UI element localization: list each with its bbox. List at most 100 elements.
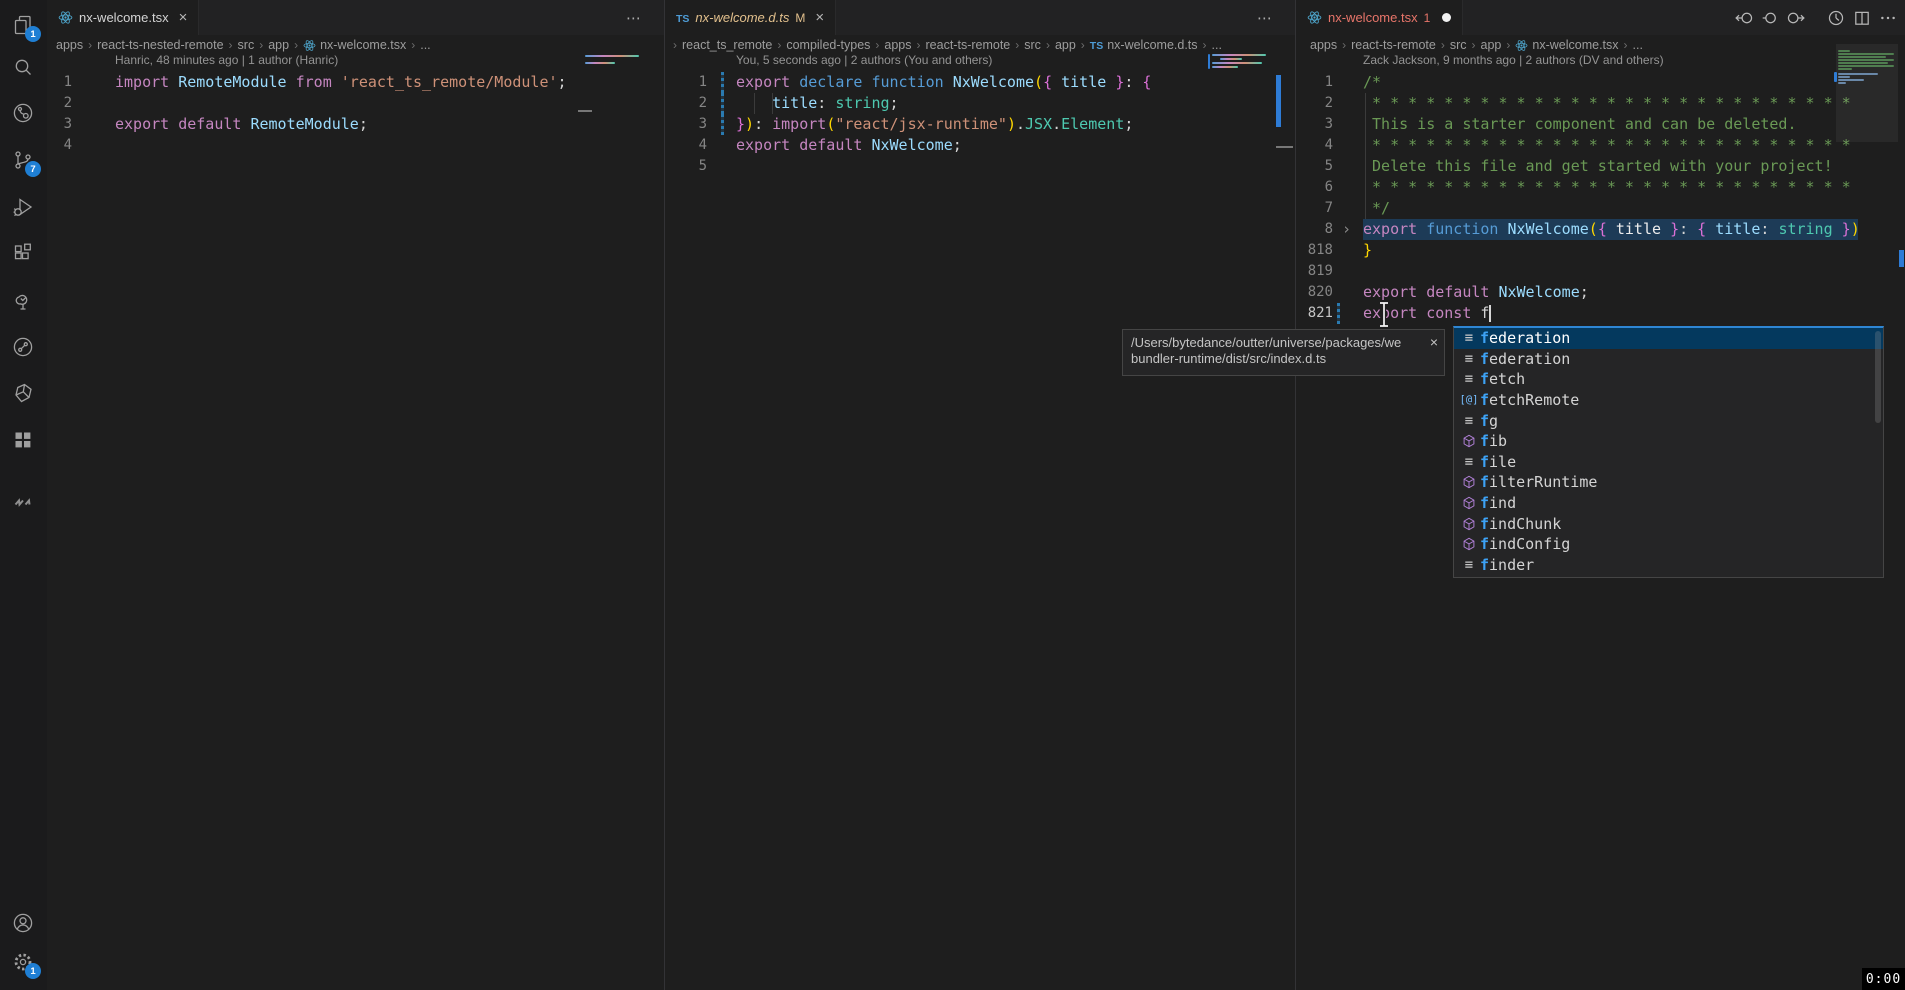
grid-icon[interactable] (11, 428, 35, 452)
suggest-item-fib[interactable]: fib (1454, 431, 1883, 452)
code-line[interactable]: 3export default RemoteModule; (47, 114, 664, 135)
code-line[interactable]: 819 (1296, 261, 1905, 282)
breadcrumb-item[interactable]: ... (1633, 38, 1643, 52)
code-line[interactable]: 8›export function NxWelcome({ title }: {… (1296, 219, 1905, 240)
tab-bar: TSnx-welcome.d.tsM× ⋯ (665, 0, 1295, 35)
more-actions-icon[interactable] (1879, 9, 1897, 27)
breadcrumb-item[interactable]: apps (1310, 38, 1337, 52)
code-line[interactable]: 818} (1296, 240, 1905, 261)
more-actions-icon[interactable]: ⋯ (626, 9, 642, 27)
close-icon[interactable]: × (1430, 334, 1438, 350)
fold-chevron-icon[interactable]: › (1342, 219, 1351, 240)
breadcrumb-item[interactable]: src (1024, 38, 1041, 52)
code-text: import RemoteModule from 'react_ts_remot… (115, 72, 567, 93)
prev-change-icon[interactable] (1735, 9, 1753, 27)
breadcrumb-item[interactable]: compiled-types (786, 38, 870, 52)
account-icon[interactable] (11, 911, 35, 935)
text-suggestion-icon: ≡ (1458, 454, 1480, 470)
suggest-item-find[interactable]: find (1454, 493, 1883, 514)
code-line[interactable]: 4export default NxWelcome; (665, 135, 1295, 156)
breadcrumb-item[interactable]: nx-welcome.tsx (1515, 38, 1618, 52)
breadcrumb-item[interactable]: src (238, 38, 255, 52)
split-editor-icon[interactable] (1853, 9, 1871, 27)
code-line[interactable]: 3}): import("react/jsx-runtime").JSX.Ele… (665, 114, 1295, 135)
import-path-line1: /Users/bytedance/outter/universe/package… (1131, 335, 1426, 350)
code-line[interactable]: 6 * * * * * * * * * * * * * * * * * * * … (1296, 177, 1905, 198)
breadcrumb-item[interactable]: app (268, 38, 289, 52)
explorer-icon[interactable]: 1 (11, 13, 35, 37)
suggest-label: finder (1480, 556, 1534, 574)
tab-nx-welcome.tsx[interactable]: nx-welcome.tsx1 (1296, 0, 1463, 35)
git-history-icon[interactable] (11, 335, 35, 359)
settings-gear-icon[interactable]: 1 (11, 950, 35, 974)
code-line[interactable]: 7 */ (1296, 198, 1905, 219)
breadcrumb-item[interactable]: src (1450, 38, 1467, 52)
close-icon[interactable]: × (815, 9, 824, 26)
breadcrumb-item[interactable]: app (1481, 38, 1502, 52)
gitlens-icon[interactable] (11, 101, 35, 125)
close-icon[interactable]: × (179, 9, 188, 26)
breadcrumb-item[interactable]: ... (420, 38, 430, 52)
suggest-item-filterRuntime[interactable]: filterRuntime (1454, 472, 1883, 493)
breadcrumb-item[interactable]: apps (56, 38, 83, 52)
breadcrumb-item[interactable]: TSnx-welcome.d.ts (1090, 38, 1198, 52)
breadcrumb-item[interactable]: nx-welcome.tsx (303, 38, 406, 52)
code-line[interactable]: 1import RemoteModule from 'react_ts_remo… (47, 72, 664, 93)
editor-sash-2[interactable] (1295, 0, 1296, 990)
suggest-item-finder[interactable]: ≡finder (1454, 555, 1883, 576)
tab-nx-welcome.tsx[interactable]: nx-welcome.tsx× (47, 0, 199, 35)
breadcrumb-item[interactable]: ... (1212, 38, 1222, 52)
suggest-item-fetchRemote[interactable]: [@]fetchRemote (1454, 390, 1883, 411)
tab-nx-welcome.d.ts[interactable]: TSnx-welcome.d.tsM× (665, 0, 836, 35)
more-actions-icon[interactable]: ⋯ (1257, 9, 1273, 27)
tab-bar: nx-welcome.tsx× ⋯ (47, 0, 664, 35)
code-line[interactable]: 5 (665, 156, 1295, 177)
breadcrumb-item[interactable]: apps (884, 38, 911, 52)
suggest-item-file[interactable]: ≡file (1454, 452, 1883, 473)
tree-icon[interactable] (11, 288, 35, 312)
extensions-icon[interactable] (11, 241, 35, 265)
breadcrumb-separator: › (917, 38, 921, 52)
code-line[interactable]: 5 Delete this file and get started with … (1296, 156, 1905, 177)
timeline-icon[interactable] (1827, 9, 1845, 27)
line-number: 5 (665, 156, 707, 177)
source-control-icon[interactable]: 7 (11, 148, 35, 172)
suggest-item-federation[interactable]: ≡federation (1454, 328, 1883, 349)
codelens-blame[interactable]: You, 5 seconds ago | 2 authors (You and … (736, 53, 992, 71)
code-line[interactable]: 821export const f (1296, 303, 1905, 324)
search-icon[interactable] (11, 55, 35, 79)
file-type-icon (1515, 39, 1528, 52)
suggest-item-federation[interactable]: ≡federation (1454, 349, 1883, 370)
open-change-icon[interactable] (1761, 9, 1779, 27)
breadcrumb-item[interactable]: react-ts-remote (926, 38, 1011, 52)
code-line[interactable]: 4 * * * * * * * * * * * * * * * * * * * … (1296, 135, 1905, 156)
suggest-item-fetch[interactable]: ≡fetch (1454, 369, 1883, 390)
suggest-item-findConfig[interactable]: findConfig (1454, 534, 1883, 555)
breadcrumb-item[interactable]: react-ts-nested-remote (97, 38, 223, 52)
code-text: * * * * * * * * * * * * * * * * * * * * … (1363, 177, 1851, 198)
code-line[interactable]: 4 (47, 135, 664, 156)
breadcrumb-item[interactable]: react-ts-remote (1351, 38, 1436, 52)
codelens-blame[interactable]: Hanric, 48 minutes ago | 1 author (Hanri… (115, 53, 338, 71)
breadcrumb-item[interactable]: react_ts_remote (682, 38, 772, 52)
dirty-indicator[interactable] (1442, 13, 1451, 22)
waves-icon[interactable] (11, 490, 35, 514)
suggest-item-findChunk[interactable]: findChunk (1454, 513, 1883, 534)
next-change-icon[interactable] (1787, 9, 1805, 27)
code-line[interactable]: 1/* (1296, 72, 1905, 93)
code-line[interactable]: 1export declare function NxWelcome({ tit… (665, 72, 1295, 93)
suggest-scrollbar[interactable] (1875, 331, 1881, 423)
code-line[interactable]: 2 title: string; (665, 93, 1295, 114)
polyhedron-icon[interactable] (11, 381, 35, 405)
editor-sash-1[interactable] (664, 0, 665, 990)
code-line[interactable]: 820export default NxWelcome; (1296, 282, 1905, 303)
code-line[interactable]: 2 * * * * * * * * * * * * * * * * * * * … (1296, 93, 1905, 114)
code-text: export default NxWelcome; (1363, 282, 1589, 303)
suggest-item-fg[interactable]: ≡fg (1454, 410, 1883, 431)
breadcrumb-item[interactable]: app (1055, 38, 1076, 52)
suggest-label: fetchRemote (1480, 391, 1579, 409)
code-line[interactable]: 2 (47, 93, 664, 114)
code-line[interactable]: 3 This is a starter component and can be… (1296, 114, 1905, 135)
codelens-blame[interactable]: Zack Jackson, 9 months ago | 2 authors (… (1363, 53, 1664, 71)
run-debug-icon[interactable] (11, 195, 35, 219)
